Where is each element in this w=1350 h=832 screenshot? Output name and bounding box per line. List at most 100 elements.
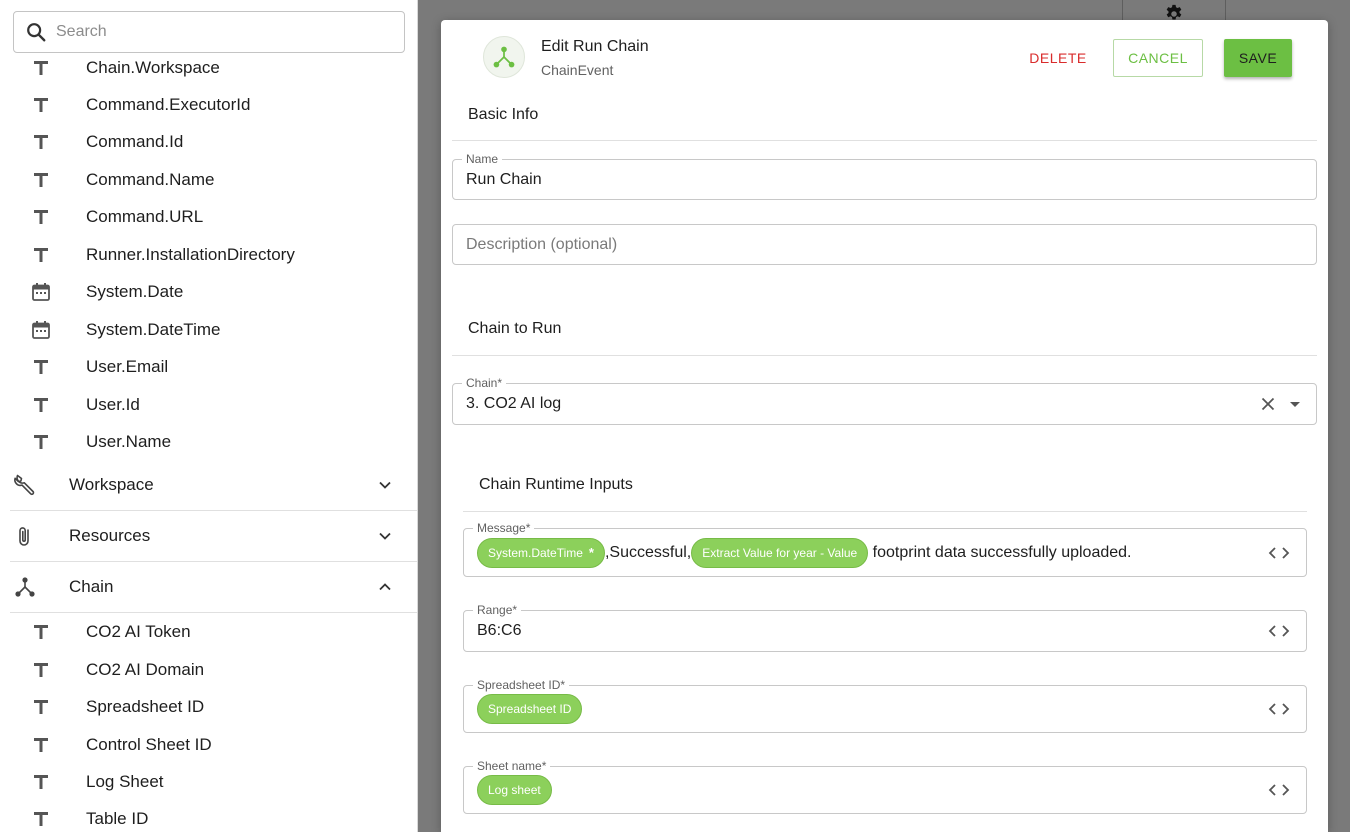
text-type-icon [30, 808, 52, 830]
message-text: footprint data successfully uploaded. [868, 543, 1132, 561]
variable-item[interactable]: Runner.InstallationDirectory [0, 236, 417, 273]
chevron-down-icon[interactable] [376, 476, 394, 494]
variable-item[interactable]: User.Name [0, 423, 417, 460]
text-type-icon [30, 169, 52, 191]
search-input[interactable] [56, 23, 376, 41]
variable-label: Control Sheet ID [86, 734, 212, 754]
calendar-icon [30, 281, 52, 303]
text-type-icon [30, 206, 52, 228]
name-field[interactable]: Name Run Chain [452, 152, 1317, 200]
chain-variable-item[interactable]: CO2 AI Domain [0, 651, 417, 688]
dropdown-arrow-icon[interactable] [1288, 399, 1302, 409]
variable-label: Command.URL [86, 206, 204, 226]
variable-chip[interactable]: System.DateTime * [477, 537, 605, 568]
variable-label: System.Date [86, 281, 184, 301]
text-type-icon [30, 356, 52, 378]
code-toggle-icon[interactable] [1268, 702, 1290, 716]
paperclip-icon [12, 523, 38, 549]
chevron-down-icon[interactable] [376, 527, 394, 545]
section-workspace[interactable]: Workspace [10, 460, 417, 510]
message-field-label: Message* [473, 521, 535, 535]
description-field[interactable]: Description (optional) [452, 224, 1317, 265]
code-toggle-icon[interactable] [1268, 624, 1290, 638]
variable-chip[interactable]: Extract Value for year - Value [691, 537, 869, 568]
close-icon[interactable] [1260, 396, 1276, 412]
text-type-icon [30, 659, 52, 681]
text-type-icon [30, 771, 52, 793]
chain-variable-item[interactable]: Log Sheet [0, 763, 417, 800]
variable-item[interactable]: Command.Name [0, 161, 417, 198]
chip-label: System.DateTime [488, 545, 583, 560]
message-field[interactable]: Message* System.DateTime * ,Successful, … [463, 521, 1307, 577]
section-label: Resources [69, 526, 151, 545]
chain-select[interactable]: Chain* 3. CO2 AI log [452, 376, 1317, 425]
variable-item[interactable]: Command.Id [0, 123, 417, 160]
name-field-value: Run Chain [466, 170, 542, 188]
message-text: ,Successful, [604, 543, 692, 561]
code-toggle-icon[interactable] [1268, 546, 1290, 560]
search-box[interactable] [13, 11, 405, 53]
chip-remove-icon[interactable]: * [589, 545, 594, 560]
variable-item[interactable]: Chain.Workspace [0, 49, 417, 86]
variable-chip[interactable]: Spreadsheet ID [477, 694, 583, 724]
variable-item[interactable]: System.DateTime [0, 311, 417, 348]
variable-label: CO2 AI Token [86, 621, 191, 641]
variable-label: Chain.Workspace [86, 57, 220, 77]
chain-variable-item[interactable]: Control Sheet ID [0, 726, 417, 763]
text-type-icon [30, 131, 52, 153]
variable-item[interactable]: Command.URL [0, 198, 417, 235]
save-button[interactable]: SAVE [1224, 39, 1292, 77]
chain-icon [12, 574, 38, 600]
chain-select-label: Chain* [462, 376, 507, 390]
sheet-name-field[interactable]: Sheet name* Log sheet [463, 759, 1307, 814]
chain-select-value: 3. CO2 AI log [466, 395, 562, 412]
sheet-name-label: Sheet name* [473, 759, 551, 773]
variable-item[interactable]: User.Email [0, 348, 417, 385]
variable-label: User.Name [86, 431, 172, 451]
range-field-value: B6:C6 [477, 622, 522, 639]
text-type-icon [30, 621, 52, 643]
edit-run-chain-dialog: Edit Run Chain ChainEvent DELETE CANCEL … [441, 20, 1328, 832]
range-field[interactable]: Range* B6:C6 [463, 603, 1307, 652]
chip-label: Extract Value for year - Value [702, 545, 858, 560]
chain-variable-item[interactable]: Table ID [0, 800, 417, 832]
background-toolbar [1122, 0, 1226, 22]
variable-item[interactable]: Command.ExecutorId [0, 86, 417, 123]
runtime-inputs-heading: Chain Runtime Inputs [479, 476, 633, 493]
delete-button[interactable]: DELETE [1019, 39, 1097, 77]
spreadsheet-id-field[interactable]: Spreadsheet ID* Spreadsheet ID [463, 678, 1307, 733]
section-divider [463, 511, 1307, 512]
section-divider [452, 355, 1317, 356]
variable-item[interactable]: System.Date [0, 273, 417, 310]
text-type-icon [30, 244, 52, 266]
range-field-label: Range* [473, 603, 522, 617]
code-toggle-icon[interactable] [1268, 783, 1290, 797]
variable-item[interactable]: User.Id [0, 386, 417, 423]
section-resources[interactable]: Resources [10, 511, 417, 561]
variable-label: Table ID [86, 808, 149, 828]
variable-label: Spreadsheet ID [86, 696, 205, 716]
variable-chip[interactable]: Log sheet [477, 775, 552, 805]
spreadsheet-id-label: Spreadsheet ID* [473, 678, 570, 692]
variable-label: Log Sheet [86, 771, 164, 791]
chip-label: Log sheet [488, 783, 541, 797]
spreadsheet-id-content: Spreadsheet ID [477, 694, 583, 724]
section-chain[interactable]: Chain [10, 562, 417, 612]
cancel-button[interactable]: CANCEL [1113, 39, 1203, 77]
variable-label: User.Id [86, 394, 140, 414]
dialog-subtitle: ChainEvent [541, 62, 614, 78]
calendar-icon [30, 319, 52, 341]
message-content: System.DateTime * ,Successful, Extract V… [477, 537, 1132, 568]
section-divider [452, 140, 1317, 141]
sheet-name-content: Log sheet [477, 775, 552, 805]
variable-label: Runner.InstallationDirectory [86, 244, 295, 264]
chain-variable-item[interactable]: Spreadsheet ID [0, 688, 417, 725]
variable-label: CO2 AI Domain [86, 659, 205, 679]
name-field-label: Name [462, 152, 503, 166]
wrench-icon [12, 472, 38, 498]
section-label: Workspace [69, 475, 154, 494]
search-icon [27, 23, 46, 42]
chevron-up-icon[interactable] [376, 578, 394, 596]
dialog-title: Edit Run Chain [541, 38, 649, 55]
chain-variable-item[interactable]: CO2 AI Token [0, 613, 417, 650]
